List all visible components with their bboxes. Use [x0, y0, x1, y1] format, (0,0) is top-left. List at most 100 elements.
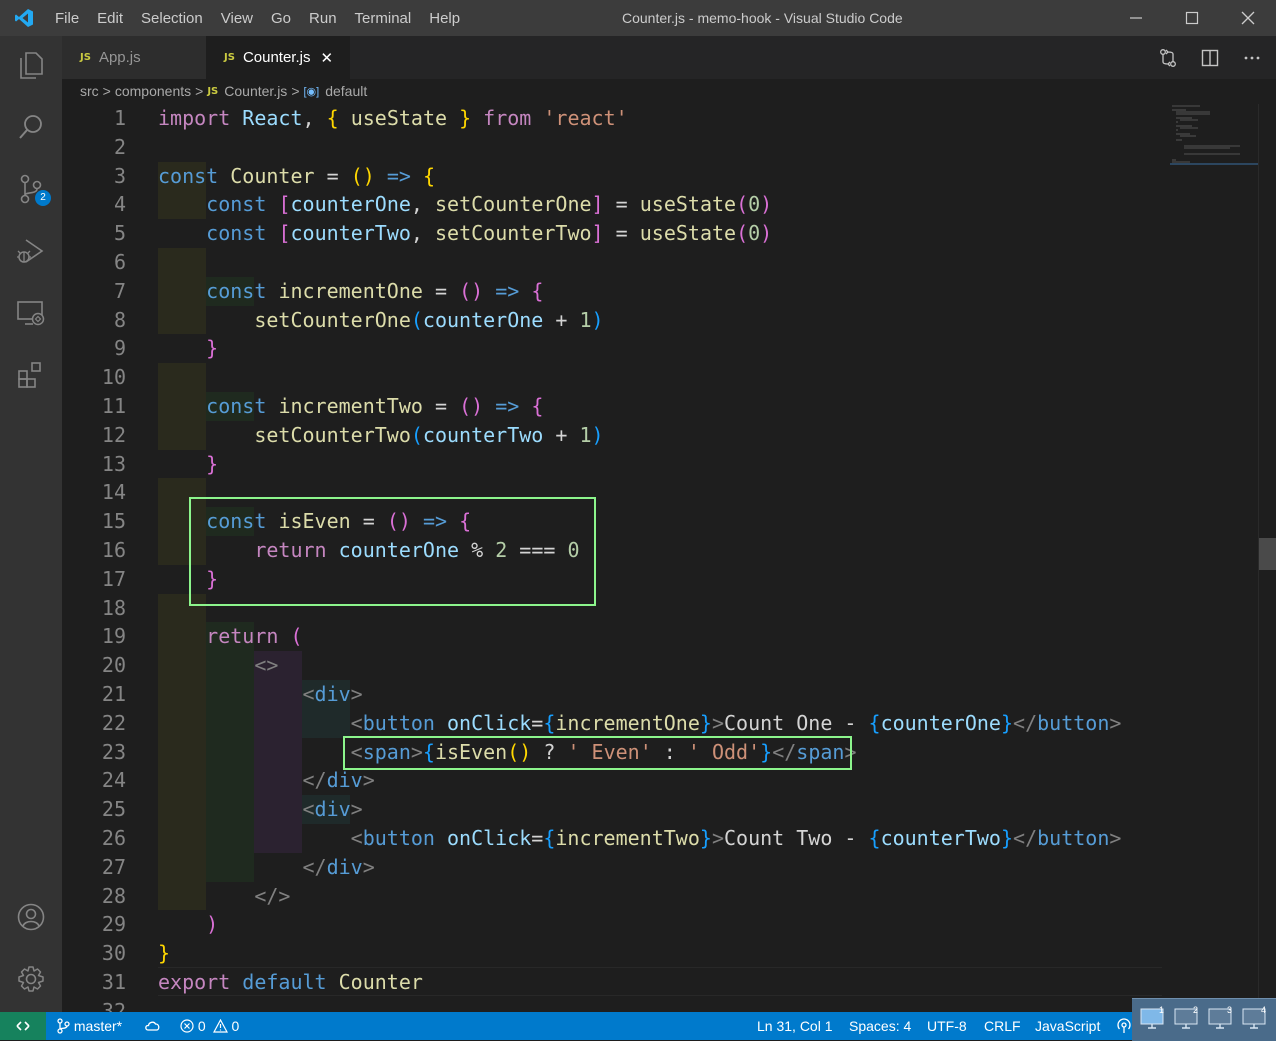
close-window-button[interactable] — [1220, 0, 1276, 36]
scrollbar-thumb[interactable] — [1259, 538, 1276, 570]
code-line[interactable]: 7 const incrementOne = () => { — [62, 276, 1258, 306]
line-number: 25 — [101, 797, 126, 822]
code-text: } — [206, 336, 219, 361]
code-line[interactable]: 2 — [62, 133, 1258, 162]
code-line[interactable]: 9 } — [62, 334, 1258, 363]
code-line[interactable]: 12 setCounterTwo(counterTwo + 1) — [62, 420, 1258, 450]
minimize-button[interactable] — [1108, 0, 1164, 36]
code-text: } — [158, 941, 171, 966]
code-line[interactable]: 11 const incrementTwo = () => { — [62, 392, 1258, 421]
tab-close-icon[interactable]: ✕ — [320, 49, 333, 67]
code-text: <div> — [302, 797, 363, 822]
activity-bar: 2 — [0, 36, 62, 1012]
code-line[interactable]: 21 <div> — [62, 680, 1258, 709]
menu-view[interactable]: View — [212, 10, 262, 27]
branch-indicator[interactable]: master* — [56, 1012, 122, 1040]
code-line[interactable]: 29 ) — [62, 910, 1258, 939]
code-line[interactable]: 26 <button onClick={incrementTwo}>Count … — [62, 824, 1258, 853]
line-number: 12 — [101, 422, 126, 447]
line-number: 17 — [101, 566, 126, 591]
virtual-desktop-3[interactable]: 3 — [1206, 1005, 1234, 1033]
code-line[interactable]: 22 <button onClick={incrementOne}>Count … — [62, 708, 1258, 738]
line-number: 31 — [101, 970, 126, 994]
code-line[interactable]: 20 <> — [62, 651, 1258, 680]
more-actions-icon[interactable] — [1242, 48, 1262, 68]
menu-selection[interactable]: Selection — [132, 10, 212, 27]
virtual-desktop-4[interactable]: 4 — [1240, 1005, 1268, 1033]
line-number: 16 — [101, 538, 126, 562]
explorer-button[interactable] — [0, 40, 62, 90]
language-mode[interactable]: JavaScript — [1035, 1012, 1100, 1040]
code-line[interactable]: 5 const [counterTwo, setCounterTwo] = us… — [62, 219, 1258, 248]
code-line[interactable]: 25 <div> — [62, 795, 1258, 824]
code-line[interactable]: 19 return ( — [62, 622, 1258, 652]
code-text: </> — [254, 883, 291, 908]
cursor-position[interactable]: Ln 31, Col 1 — [757, 1012, 833, 1040]
git-branch-icon — [57, 1018, 70, 1034]
code-line[interactable]: 13 } — [62, 450, 1258, 479]
split-editor-icon[interactable] — [1200, 48, 1220, 68]
code-line[interactable]: 30} — [62, 939, 1258, 968]
menu-terminal[interactable]: Terminal — [346, 10, 421, 27]
code-line[interactable]: 24 </div> — [62, 766, 1258, 796]
virtual-desktop-2[interactable]: 2 — [1172, 1005, 1200, 1033]
line-number: 18 — [101, 595, 126, 620]
line-number: 26 — [101, 826, 126, 850]
code-line[interactable]: 32 — [62, 997, 1258, 1012]
tab-counter-js[interactable]: JS Counter.js ✕ — [206, 36, 350, 79]
menu-go[interactable]: Go — [262, 10, 300, 27]
accounts-button[interactable] — [0, 892, 62, 942]
code-line[interactable]: 6 — [62, 248, 1258, 277]
tab-app-js[interactable]: JS App.js — [62, 36, 206, 79]
code-line[interactable]: 4 const [counterOne, setCounterOne] = us… — [62, 190, 1258, 220]
menu-help[interactable]: Help — [420, 10, 469, 27]
settings-button[interactable] — [0, 954, 62, 1004]
breadcrumb-symbol[interactable]: default — [325, 83, 367, 99]
sync-button[interactable] — [144, 1012, 162, 1040]
code-line[interactable]: 27 </div> — [62, 852, 1258, 882]
source-control-button[interactable]: 2 — [0, 164, 62, 214]
code-text: const [counterOne, setCounterOne] = useS… — [206, 192, 773, 217]
code-text: <button onClick={incrementTwo}>Count Two… — [350, 826, 1122, 850]
maximize-button[interactable] — [1164, 0, 1220, 36]
line-number: 32 — [101, 998, 126, 1012]
highlight-box-is-even-function — [189, 497, 596, 606]
settings-gear-icon — [18, 966, 44, 992]
code-line[interactable]: 3 const Counter = () => { — [62, 161, 1258, 191]
search-button[interactable] — [0, 102, 62, 152]
end-of-line[interactable]: CRLF — [984, 1012, 1021, 1040]
problems-indicator[interactable]: 0 0 — [180, 1012, 239, 1040]
warning-icon — [212, 1018, 228, 1033]
menu-file[interactable]: File — [46, 10, 88, 27]
editor-actions — [1158, 36, 1262, 79]
code-line[interactable]: 1 import React, { useState } from 'react' — [62, 104, 1258, 133]
extensions-button[interactable] — [0, 350, 62, 400]
remote-explorer-button[interactable] — [0, 288, 62, 338]
code-text: const incrementTwo = () => { — [206, 394, 544, 418]
desktop-number: 4 — [1260, 1005, 1266, 1015]
breadcrumb-components[interactable]: components — [115, 83, 191, 99]
code-line[interactable]: 28 </> — [62, 881, 1258, 911]
line-number: 14 — [101, 480, 126, 505]
run-debug-button[interactable] — [0, 226, 62, 276]
menu-run[interactable]: Run — [300, 10, 346, 27]
open-changes-icon[interactable] — [1158, 48, 1178, 68]
menu-edit[interactable]: Edit — [88, 10, 132, 27]
code-line[interactable]: 10 — [62, 363, 1258, 392]
live-share-button[interactable] — [1116, 1012, 1132, 1040]
line-number: 28 — [101, 883, 126, 908]
branch-name: master* — [73, 1018, 123, 1034]
broadcast-icon — [1117, 1018, 1131, 1033]
encoding[interactable]: UTF-8 — [927, 1012, 967, 1040]
title-bar: File Edit Selection View Go Run Terminal… — [0, 0, 1276, 36]
code-line[interactable]: 8 setCounterOne(counterOne + 1) — [62, 305, 1258, 335]
breadcrumb-file[interactable]: Counter.js — [224, 83, 287, 99]
minimap[interactable] — [1170, 104, 1258, 166]
virtual-desktop-1[interactable]: 1 — [1138, 1005, 1166, 1033]
breadcrumb-src[interactable]: src — [80, 83, 99, 99]
remote-button[interactable] — [0, 1012, 46, 1040]
line-number: 2 — [113, 134, 126, 159]
indent-guide — [158, 363, 206, 392]
line-number: 1 — [113, 106, 126, 130]
indentation[interactable]: Spaces: 4 — [849, 1012, 911, 1040]
